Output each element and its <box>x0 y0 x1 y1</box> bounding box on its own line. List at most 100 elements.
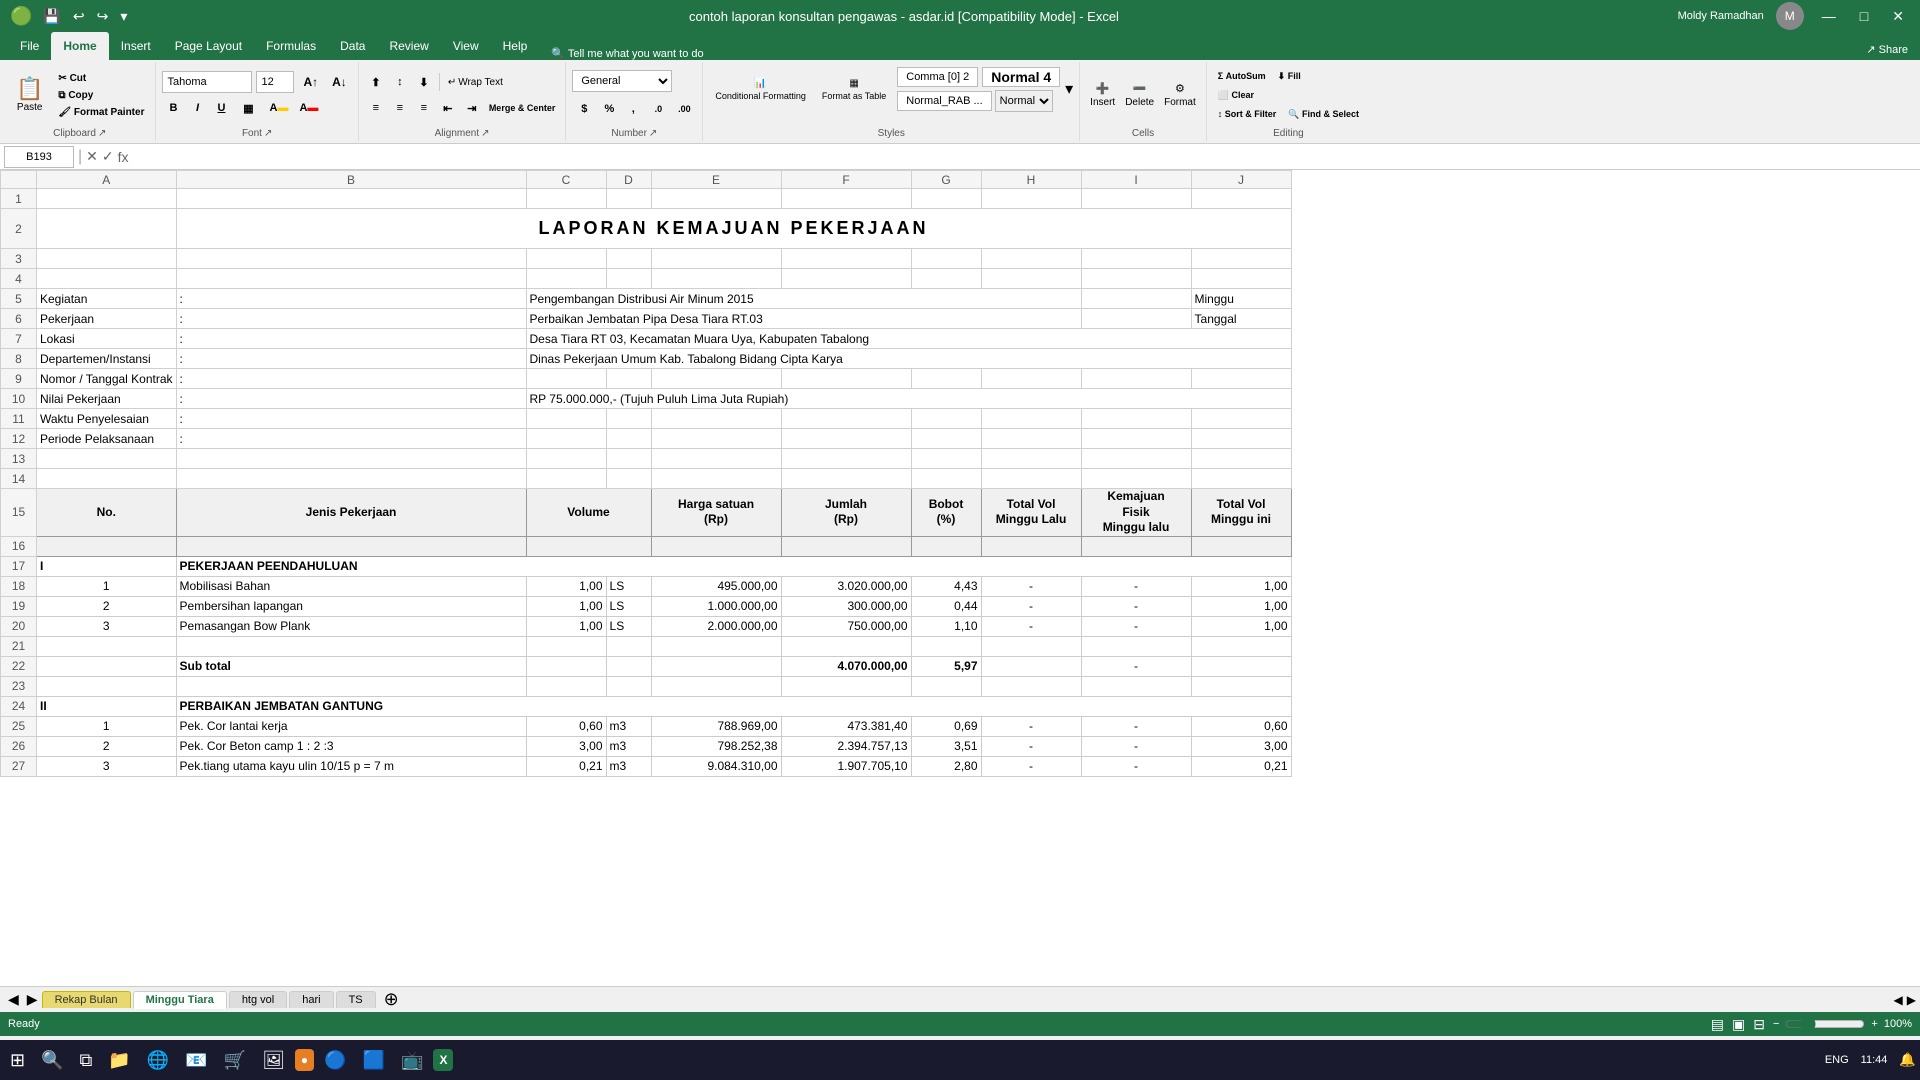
cell-d1[interactable] <box>606 189 651 209</box>
cell-c25[interactable]: 0,60 <box>526 716 606 736</box>
cell-i25[interactable]: - <box>1081 716 1191 736</box>
font-size-input[interactable] <box>256 71 294 93</box>
col-header-f[interactable]: F <box>781 171 911 189</box>
cell-e12[interactable] <box>651 429 781 449</box>
sheet-tab-htg-vol[interactable]: htg vol <box>229 991 287 1008</box>
task-view-btn[interactable]: ⧉ <box>74 1046 99 1075</box>
cell-f26[interactable]: 2.394.757,13 <box>781 736 911 756</box>
tab-review[interactable]: Review <box>377 32 440 60</box>
cell-h16[interactable] <box>981 536 1081 556</box>
cell-h25[interactable]: - <box>981 716 1081 736</box>
cell-i18[interactable]: - <box>1081 576 1191 596</box>
cell-g21[interactable] <box>911 636 981 656</box>
cell-c15[interactable]: Volume <box>526 489 651 537</box>
cell-g19[interactable]: 0,44 <box>911 596 981 616</box>
cell-f3[interactable] <box>781 249 911 269</box>
cell-b26[interactable]: Pek. Cor Beton camp 1 : 2 :3 <box>176 736 526 756</box>
cell-g15[interactable]: Bobot (%) <box>911 489 981 537</box>
cell-j12[interactable] <box>1191 429 1291 449</box>
fill-color-button[interactable]: A▬ <box>264 97 292 119</box>
cell-c1[interactable] <box>526 189 606 209</box>
copy-button[interactable]: ⧉ Copy <box>53 88 149 103</box>
cell-c8[interactable]: Dinas Pekerjaan Umum Kab. Tabalong Bidan… <box>526 349 1291 369</box>
cell-c18[interactable]: 1,00 <box>526 576 606 596</box>
cell-a12[interactable]: Periode Pelaksanaan <box>37 429 177 449</box>
cell-j9[interactable] <box>1191 369 1291 389</box>
cell-d25[interactable]: m3 <box>606 716 651 736</box>
cell-b11[interactable]: : <box>176 409 526 429</box>
cell-e9[interactable] <box>651 369 781 389</box>
cell-f27[interactable]: 1.907.705,10 <box>781 756 911 776</box>
cell-e21[interactable] <box>651 636 781 656</box>
merge-center-button[interactable]: Merge & Center <box>485 101 560 115</box>
italic-button[interactable]: I <box>186 97 208 119</box>
page-layout-btn[interactable]: ▣ <box>1732 1016 1745 1033</box>
cell-c12[interactable] <box>526 429 606 449</box>
font-name-input[interactable] <box>162 71 252 93</box>
cell-a10[interactable]: Nilai Pekerjaan <box>37 389 177 409</box>
autosum-button[interactable]: Σ AutoSum <box>1213 69 1271 84</box>
cell-c19[interactable]: 1,00 <box>526 596 606 616</box>
cell-c9[interactable] <box>526 369 606 389</box>
cell-i6[interactable] <box>1081 309 1191 329</box>
cell-j25[interactable]: 0,60 <box>1191 716 1291 736</box>
cell-e3[interactable] <box>651 249 781 269</box>
cell-b2-title[interactable]: LAPORAN KEMAJUAN PEKERJAAN <box>176 209 1291 249</box>
cell-d14[interactable] <box>606 469 651 489</box>
align-middle-btn[interactable]: ↕ <box>389 71 411 93</box>
cell-a23[interactable] <box>37 676 177 696</box>
cell-c3[interactable] <box>526 249 606 269</box>
cell-f20[interactable]: 750.000,00 <box>781 616 911 636</box>
cell-b22[interactable]: Sub total <box>176 656 526 676</box>
cell-j4[interactable] <box>1191 269 1291 289</box>
cell-e13[interactable] <box>651 449 781 469</box>
cell-f16[interactable] <box>781 536 911 556</box>
maximize-btn[interactable]: □ <box>1854 6 1874 26</box>
save-btn[interactable]: 💾 <box>40 8 63 25</box>
cell-g9[interactable] <box>911 369 981 389</box>
cell-b23[interactable] <box>176 676 526 696</box>
cell-d3[interactable] <box>606 249 651 269</box>
insert-function-btn[interactable]: fx <box>118 148 129 165</box>
cell-c14[interactable] <box>526 469 606 489</box>
cell-g3[interactable] <box>911 249 981 269</box>
align-left-btn[interactable]: ≡ <box>365 97 387 119</box>
col-header-d[interactable]: D <box>606 171 651 189</box>
cell-e4[interactable] <box>651 269 781 289</box>
close-btn[interactable]: ✕ <box>1886 6 1910 27</box>
excel-taskbar-btn[interactable]: X <box>433 1049 453 1071</box>
cell-d18[interactable]: LS <box>606 576 651 596</box>
search-taskbar-btn[interactable]: 🔍 <box>35 1046 69 1075</box>
cell-j15[interactable]: Total Vol Minggu ini <box>1191 489 1291 537</box>
cell-d26[interactable]: m3 <box>606 736 651 756</box>
orange-app-btn[interactable]: ● <box>295 1049 314 1071</box>
cell-g25[interactable]: 0,69 <box>911 716 981 736</box>
cell-a19[interactable]: 2 <box>37 596 177 616</box>
cell-i16[interactable] <box>1081 536 1191 556</box>
cell-f18[interactable]: 3.020.000,00 <box>781 576 911 596</box>
format-painter-button[interactable]: 🖌 Format Painter <box>53 105 149 120</box>
cell-b12[interactable]: : <box>176 429 526 449</box>
cell-i11[interactable] <box>1081 409 1191 429</box>
cell-h11[interactable] <box>981 409 1081 429</box>
cell-b27[interactable]: Pek.tiang utama kayu ulin 10/15 p = 7 m <box>176 756 526 776</box>
cell-i21[interactable] <box>1081 636 1191 656</box>
cell-h22[interactable] <box>981 656 1081 676</box>
scroll-tabs-next[interactable]: ▶ <box>1907 993 1916 1007</box>
cell-a3[interactable] <box>37 249 177 269</box>
cell-b9[interactable]: : <box>176 369 526 389</box>
cell-h23[interactable] <box>981 676 1081 696</box>
cell-b16[interactable] <box>176 536 526 556</box>
fill-button[interactable]: ⬇ Fill <box>1273 69 1306 84</box>
increase-decimal-btn[interactable]: .0 <box>646 98 670 120</box>
firefox-btn[interactable]: 🔵 <box>318 1046 352 1075</box>
find-select-button[interactable]: 🔍 Find & Select <box>1283 107 1364 122</box>
cell-h15[interactable]: Total Vol Minggu Lalu <box>981 489 1081 537</box>
decrease-decimal-btn[interactable]: .00 <box>672 98 696 120</box>
cell-a16[interactable] <box>37 536 177 556</box>
cell-b20[interactable]: Pemasangan Bow Plank <box>176 616 526 636</box>
tab-insert[interactable]: Insert <box>109 32 163 60</box>
font-color-button[interactable]: A▬ <box>294 97 322 119</box>
sort-filter-button[interactable]: ↕ Sort & Filter <box>1213 107 1282 122</box>
tab-page-layout[interactable]: Page Layout <box>163 32 254 60</box>
